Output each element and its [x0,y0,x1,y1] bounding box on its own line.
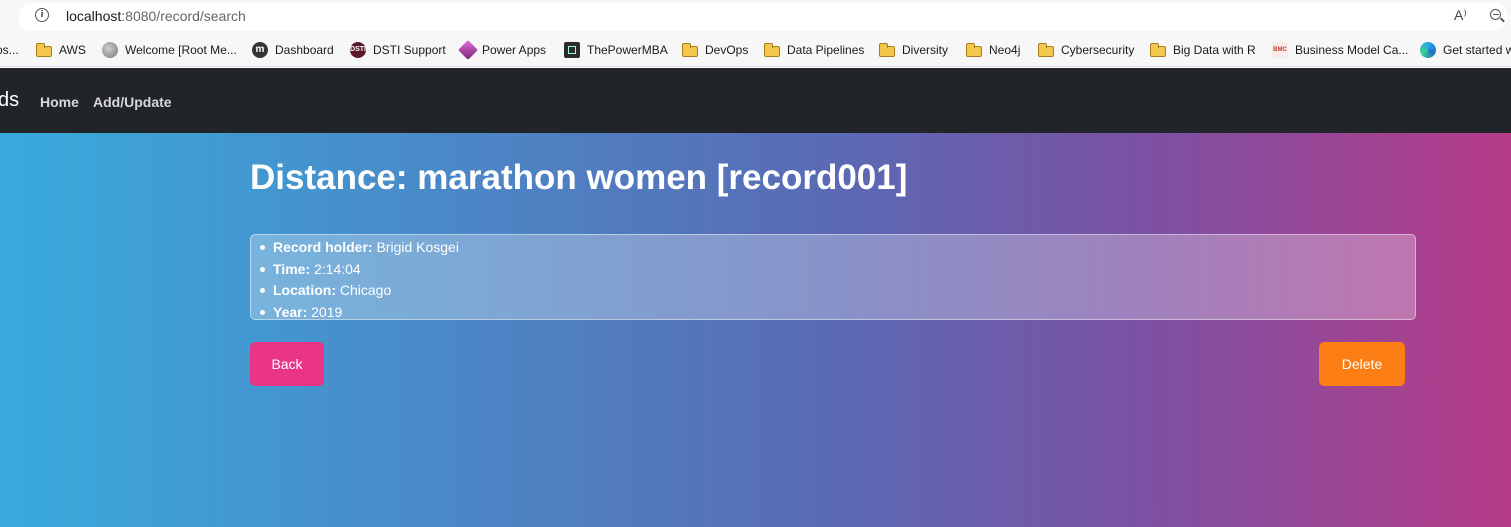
location-label: Location: [273,282,336,298]
bookmark-devops[interactable]: DevOps [682,41,748,59]
folder-icon [1150,43,1166,57]
time-item: Time: 2:14:04 [257,259,1415,281]
bookmark-truncated[interactable]: os... [0,41,19,59]
delete-button[interactable]: Delete [1319,342,1405,386]
app-navbar: ds Home Add/Update [0,68,1511,133]
bookmark-cybersecurity[interactable]: Cybersecurity [1038,41,1134,59]
folder-icon [1038,43,1054,57]
folder-icon [966,43,982,57]
bookmark-neo4j[interactable]: Neo4j [966,41,1020,59]
bookmark-power-apps[interactable]: Power Apps [458,40,546,60]
power-apps-icon [458,40,478,60]
folder-icon [682,43,698,57]
url-text[interactable]: localhost:8080/record/search [66,8,246,24]
record-holder-item: Record holder: Brigid Kosgei [257,237,1415,259]
time-value: 2:14:04 [313,260,361,277]
back-button[interactable]: Back [250,342,324,386]
nav-link-home[interactable]: Home [40,94,79,110]
edge-icon [1420,42,1436,58]
location-value: Chicago [339,282,392,298]
record-details-list: Record holder: Brigid Kosgei Time: 2:14:… [251,235,1415,323]
folder-icon [36,43,52,57]
page-title: Distance: marathon women [record001] [250,158,908,197]
time-label: Time: [273,260,311,277]
year-label: Year: [273,303,308,320]
main-content: Distance: marathon women [record001] Rec… [0,133,1511,527]
url-host: localhost [66,8,122,24]
navbar-brand[interactable]: ds [0,89,19,112]
record-holder-value: Brigid Kosgei [376,239,459,255]
bookmark-get-started[interactable]: Get started w [1420,41,1511,59]
bookmark-big-data-with-r[interactable]: Big Data with R [1150,41,1256,59]
location-item: Location: Chicago [257,280,1415,302]
bookmark-welcome-root-me[interactable]: Welcome [Root Me... [102,41,237,59]
bmc-icon: BMC [1272,42,1288,58]
bookmark-dsti-support[interactable]: DSTI DSTI Support [350,41,446,59]
bookmark-thepowermba[interactable]: ThePowerMBA [564,41,668,59]
globe-icon [102,42,118,58]
record-details-card: Record holder: Brigid Kosgei Time: 2:14:… [250,234,1416,320]
bookmark-dashboard[interactable]: m Dashboard [252,41,334,59]
browser-toolbar: i localhost:8080/record/search A⁾ [0,0,1511,34]
zoom-out-icon[interactable] [1489,7,1511,25]
read-aloud-icon[interactable]: A⁾ [1454,7,1467,24]
nav-link-add-update[interactable]: Add/Update [93,94,172,110]
bookmark-business-model-canvas[interactable]: BMC Business Model Ca... [1272,41,1408,59]
bookmarks-bar: os... AWS Welcome [Root Me... mDashboard… [0,34,1511,67]
url-path: :8080/record/search [121,8,246,24]
folder-icon [764,43,780,57]
m-logo-icon: m [252,42,268,58]
folder-icon [879,43,895,57]
dsti-icon: DSTI [350,42,366,58]
year-item: Year: 2019 [257,302,1415,324]
bookmark-aws[interactable]: AWS [36,41,86,59]
record-holder-label: Record holder: [273,239,373,255]
info-icon[interactable]: i [35,8,49,22]
year-value: 2019 [311,303,343,320]
bookmark-diversity[interactable]: Diversity [879,41,948,59]
powermba-icon [564,42,580,58]
bookmark-data-pipelines[interactable]: Data Pipelines [764,41,864,59]
